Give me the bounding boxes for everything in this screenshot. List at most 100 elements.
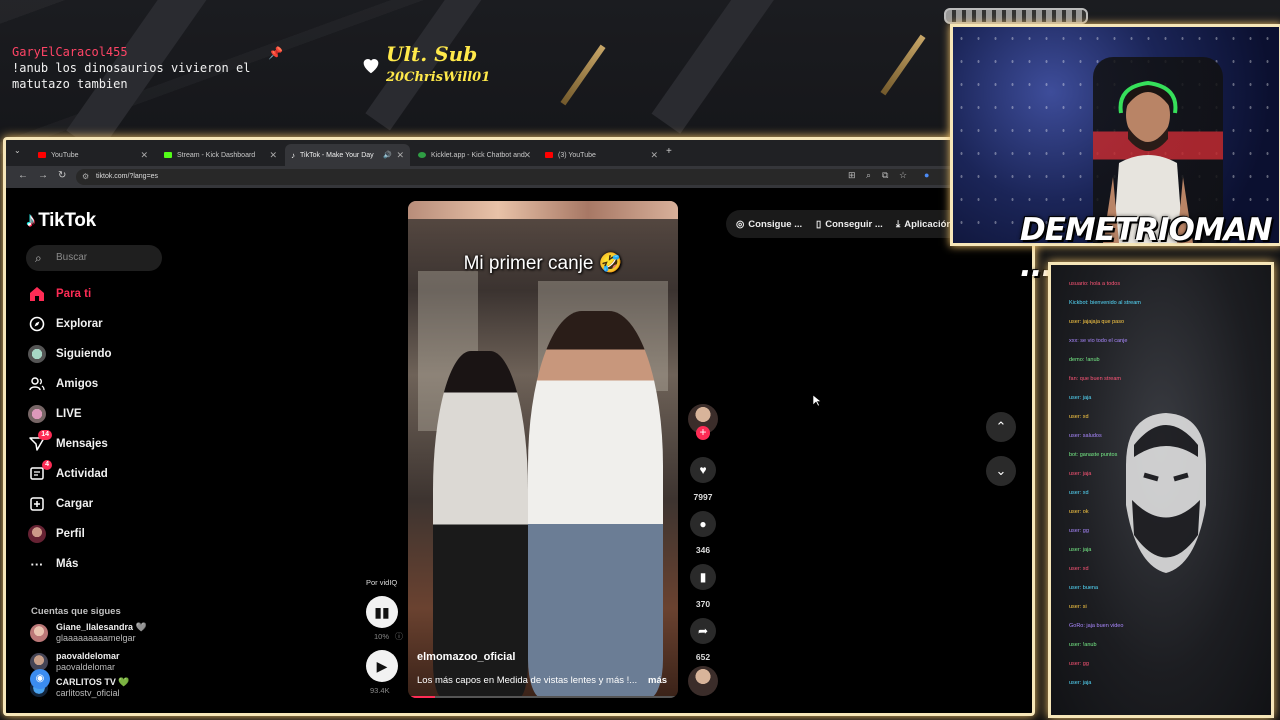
tab-kicklet[interactable]: Kicklet.app - Kick Chatbot and ✕ xyxy=(412,144,537,166)
upload-icon xyxy=(28,495,46,513)
nav-mas[interactable]: ··· Más xyxy=(28,553,79,575)
tiktok-note-icon: ♪ xyxy=(26,210,36,231)
action-label: Aplicación xyxy=(904,218,953,230)
tiktok-logo[interactable]: ♪ TikTok xyxy=(26,210,96,232)
play-button[interactable]: ▶ xyxy=(366,650,398,682)
comment-count: 346 xyxy=(695,545,711,555)
chat-line: GoRo: jaja buen video xyxy=(1069,623,1124,629)
chat-line: user: buena xyxy=(1069,585,1099,591)
nav-label: Mensajes xyxy=(56,438,108,450)
following-account[interactable]: Giane_llalesandra 🩶 glaaaaaaaaamelgar xyxy=(30,622,147,644)
next-video-button[interactable]: ⌄ xyxy=(986,456,1016,486)
info-icon[interactable]: ⓘ xyxy=(395,631,403,642)
tab-kick-dashboard[interactable]: Stream - Kick Dashboard ✕ xyxy=(158,144,283,166)
comment-icon: ● xyxy=(699,517,707,531)
share-button[interactable]: ➦ xyxy=(690,618,716,644)
nav-mensajes[interactable]: 14 Mensajes xyxy=(28,430,108,455)
messages-icon: 14 xyxy=(28,430,52,453)
tab-tiktok[interactable]: ♪ TikTok - Make Your Day 🔊 ✕ xyxy=(285,144,410,166)
nav-amigos[interactable]: Amigos xyxy=(28,373,98,395)
account-name: Giane_llalesandra 🩶 xyxy=(56,622,147,632)
close-icon[interactable]: ✕ xyxy=(650,150,658,161)
play-icon: ▶ xyxy=(376,657,388,674)
logo-text: TikTok xyxy=(38,210,96,231)
extension-icon[interactable]: ● xyxy=(924,170,929,180)
vidiq-stats-button[interactable]: ▮▮ xyxy=(366,596,398,628)
nav-explorar[interactable]: Explorar xyxy=(28,313,103,335)
tab-bar: ⌄ YouTube ✕ Stream - Kick Dashboard ✕ ♪ … xyxy=(6,140,1032,166)
cast-icon[interactable]: ⧉ xyxy=(882,170,888,181)
close-icon[interactable]: ✕ xyxy=(396,150,404,161)
video-player[interactable]: Mi primer canje 🤣 elmomazoo_oficial Los … xyxy=(408,201,678,698)
tab-youtube-3[interactable]: (3) YouTube ✕ xyxy=(539,144,664,166)
profile-icon xyxy=(28,525,46,543)
nav-cargar[interactable]: Cargar xyxy=(28,493,93,515)
previous-video-button[interactable]: ⌃ xyxy=(986,412,1016,442)
site-info-icon[interactable]: ⚙ xyxy=(82,169,89,185)
phone-icon: ▯ xyxy=(816,218,822,230)
url-text: tiktok.com/?lang=es xyxy=(96,173,159,180)
chat-line: user: jaja xyxy=(1069,395,1092,401)
forward-icon[interactable]: → xyxy=(38,170,48,181)
back-icon[interactable]: ← xyxy=(18,170,28,181)
reload-icon[interactable]: ↻ xyxy=(58,170,66,181)
following-heading: Cuentas que sigues xyxy=(31,606,121,617)
following-icon xyxy=(28,345,46,363)
speaker-icon[interactable]: 🔊 xyxy=(383,151,392,159)
zoom-icon[interactable]: ⌕ xyxy=(866,170,871,181)
nav-live[interactable]: LIVE xyxy=(28,403,82,425)
chat-line: user: jaja xyxy=(1069,547,1092,553)
video-progress[interactable] xyxy=(408,696,678,698)
save-button[interactable]: ▮ xyxy=(690,564,716,590)
video-person-left xyxy=(433,351,528,698)
vidiq-percent: 10% xyxy=(374,632,390,641)
chat-line: user: jaja xyxy=(1069,680,1092,686)
video-more-link[interactable]: más xyxy=(648,675,667,686)
desktop-app-button[interactable]: ⤓ Aplicación xyxy=(896,212,952,236)
chat-line: user: xd xyxy=(1069,414,1089,420)
action-label: Conseguir ... xyxy=(825,218,883,230)
video-username[interactable]: elmomazoo_oficial xyxy=(417,651,515,663)
chat-line: user: gg xyxy=(1069,661,1089,667)
decorative-chain xyxy=(944,8,1088,24)
search-icon: ⌕ xyxy=(35,251,42,265)
nav-para-ti[interactable]: Para ti xyxy=(28,283,91,305)
nav-label: Explorar xyxy=(56,318,103,330)
get-app-button[interactable]: ▯ Conseguir ... xyxy=(816,212,883,236)
follow-plus-icon[interactable]: + xyxy=(696,426,710,440)
coin-icon: ◎ xyxy=(736,218,745,230)
video-description: Los más capos en Medida de vistas lentes… xyxy=(417,675,638,686)
translate-icon[interactable]: ⊞ xyxy=(848,170,856,181)
nav-label: Siguiendo xyxy=(56,348,112,360)
tab-youtube[interactable]: YouTube ✕ xyxy=(32,144,154,166)
close-icon[interactable]: ✕ xyxy=(523,150,531,161)
nav-siguiendo[interactable]: Siguiendo xyxy=(28,343,112,365)
chat-line: user: jajajaja que paso xyxy=(1069,319,1125,325)
tab-menu-icon[interactable]: ⌄ xyxy=(14,146,21,155)
friends-icon xyxy=(28,375,46,393)
chat-line: user: xd xyxy=(1069,566,1089,572)
search-input[interactable]: ⌕ Buscar xyxy=(26,245,162,271)
activity-icon: 4 xyxy=(28,460,52,483)
nav-label: Cargar xyxy=(56,498,94,510)
music-disc-avatar[interactable] xyxy=(688,666,718,696)
nav-actividad[interactable]: 4 Actividad xyxy=(28,460,108,485)
close-icon[interactable]: ✕ xyxy=(140,150,148,161)
chat-line: user: ok xyxy=(1069,509,1089,515)
like-button[interactable]: ♥ xyxy=(690,457,716,483)
address-bar: ← → ↻ ⚙ tiktok.com/?lang=es ⊞ ⌕ ⧉ ☆ ● xyxy=(6,166,1032,188)
get-coins-button[interactable]: ◎ Consigue ... xyxy=(736,212,802,236)
url-field[interactable]: ⚙ tiktok.com/?lang=es xyxy=(76,169,956,185)
chevron-down-icon: ⌄ xyxy=(995,463,1007,478)
comment-button[interactable]: ● xyxy=(690,511,716,537)
nav-perfil[interactable]: Perfil xyxy=(28,523,85,545)
new-tab-icon[interactable]: + xyxy=(666,146,672,157)
search-placeholder: Buscar xyxy=(56,252,88,263)
notification-badge: 14 xyxy=(38,430,52,440)
close-icon[interactable]: ✕ xyxy=(269,150,277,161)
nav-label: LIVE xyxy=(56,408,82,420)
nav-label: Amigos xyxy=(56,378,99,390)
chat-line: fan: que buen stream xyxy=(1069,376,1121,382)
chat-bubble-icon[interactable]: ◉ xyxy=(30,669,50,689)
bookmark-star-icon[interactable]: ☆ xyxy=(899,170,907,181)
